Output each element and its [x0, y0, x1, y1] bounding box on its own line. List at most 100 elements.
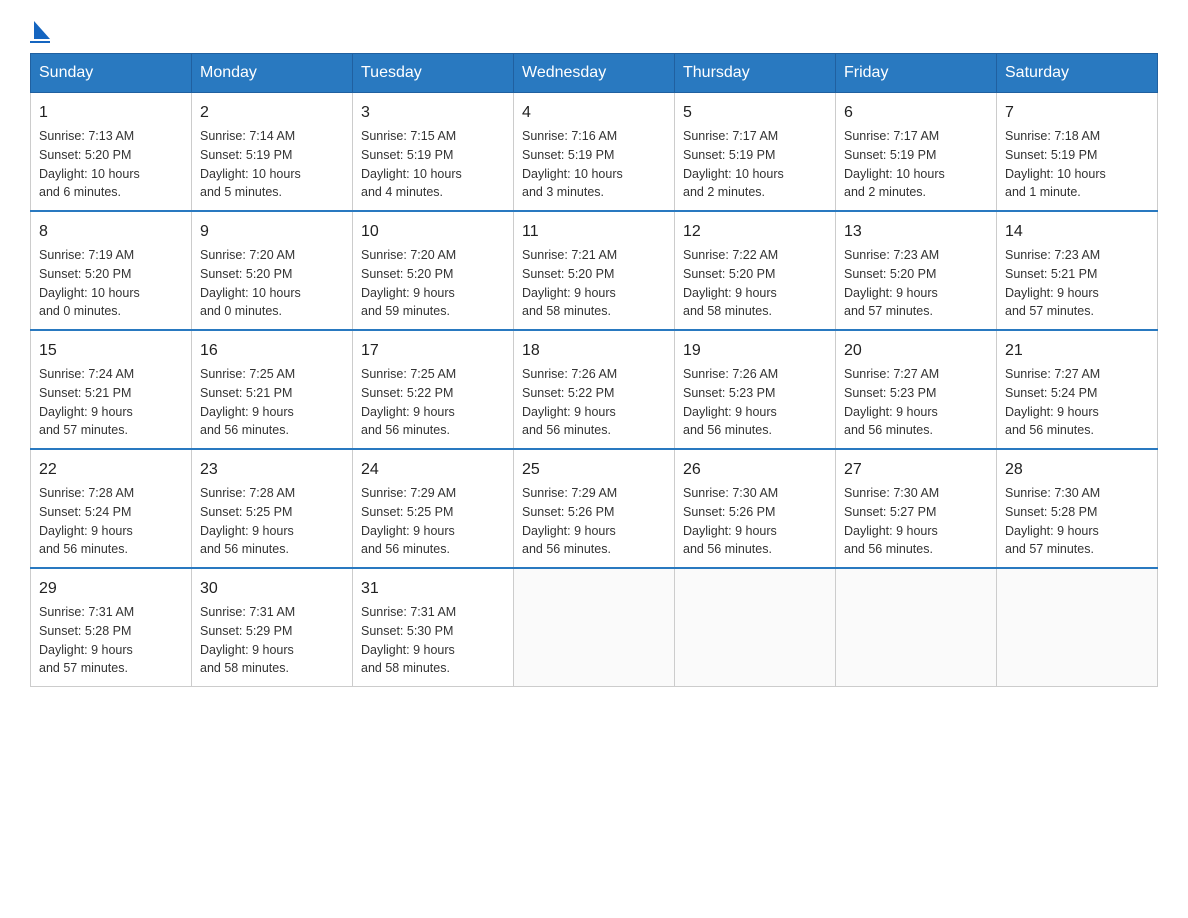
- day-info: Sunrise: 7:28 AM Sunset: 5:25 PM Dayligh…: [200, 484, 344, 559]
- calendar-week-row: 22Sunrise: 7:28 AM Sunset: 5:24 PM Dayli…: [31, 449, 1158, 568]
- day-number: 21: [1005, 339, 1149, 363]
- calendar-day-cell: 14Sunrise: 7:23 AM Sunset: 5:21 PM Dayli…: [997, 211, 1158, 330]
- day-number: 25: [522, 458, 666, 482]
- day-info: Sunrise: 7:19 AM Sunset: 5:20 PM Dayligh…: [39, 246, 183, 321]
- day-info: Sunrise: 7:30 AM Sunset: 5:26 PM Dayligh…: [683, 484, 827, 559]
- logo-underline: [30, 41, 50, 43]
- day-number: 3: [361, 101, 505, 125]
- calendar-day-cell: [514, 568, 675, 687]
- calendar-day-cell: 20Sunrise: 7:27 AM Sunset: 5:23 PM Dayli…: [836, 330, 997, 449]
- calendar-day-cell: [675, 568, 836, 687]
- calendar-week-row: 1Sunrise: 7:13 AM Sunset: 5:20 PM Daylig…: [31, 93, 1158, 212]
- calendar-day-cell: 12Sunrise: 7:22 AM Sunset: 5:20 PM Dayli…: [675, 211, 836, 330]
- calendar-day-cell: [997, 568, 1158, 687]
- calendar-day-cell: 30Sunrise: 7:31 AM Sunset: 5:29 PM Dayli…: [192, 568, 353, 687]
- day-info: Sunrise: 7:31 AM Sunset: 5:30 PM Dayligh…: [361, 603, 505, 678]
- day-number: 14: [1005, 220, 1149, 244]
- day-number: 23: [200, 458, 344, 482]
- day-info: Sunrise: 7:17 AM Sunset: 5:19 PM Dayligh…: [844, 127, 988, 202]
- day-number: 24: [361, 458, 505, 482]
- day-info: Sunrise: 7:23 AM Sunset: 5:21 PM Dayligh…: [1005, 246, 1149, 321]
- day-info: Sunrise: 7:14 AM Sunset: 5:19 PM Dayligh…: [200, 127, 344, 202]
- day-number: 5: [683, 101, 827, 125]
- day-info: Sunrise: 7:24 AM Sunset: 5:21 PM Dayligh…: [39, 365, 183, 440]
- calendar-day-cell: 24Sunrise: 7:29 AM Sunset: 5:25 PM Dayli…: [353, 449, 514, 568]
- calendar-week-row: 15Sunrise: 7:24 AM Sunset: 5:21 PM Dayli…: [31, 330, 1158, 449]
- day-number: 12: [683, 220, 827, 244]
- day-number: 7: [1005, 101, 1149, 125]
- day-info: Sunrise: 7:16 AM Sunset: 5:19 PM Dayligh…: [522, 127, 666, 202]
- day-number: 17: [361, 339, 505, 363]
- day-number: 31: [361, 577, 505, 601]
- day-info: Sunrise: 7:27 AM Sunset: 5:24 PM Dayligh…: [1005, 365, 1149, 440]
- calendar-day-cell: 28Sunrise: 7:30 AM Sunset: 5:28 PM Dayli…: [997, 449, 1158, 568]
- day-number: 4: [522, 101, 666, 125]
- day-number: 22: [39, 458, 183, 482]
- calendar-day-cell: 9Sunrise: 7:20 AM Sunset: 5:20 PM Daylig…: [192, 211, 353, 330]
- day-info: Sunrise: 7:25 AM Sunset: 5:21 PM Dayligh…: [200, 365, 344, 440]
- day-number: 2: [200, 101, 344, 125]
- day-info: Sunrise: 7:15 AM Sunset: 5:19 PM Dayligh…: [361, 127, 505, 202]
- calendar-day-cell: 3Sunrise: 7:15 AM Sunset: 5:19 PM Daylig…: [353, 93, 514, 212]
- day-info: Sunrise: 7:31 AM Sunset: 5:29 PM Dayligh…: [200, 603, 344, 678]
- logo: [30, 20, 50, 43]
- day-number: 18: [522, 339, 666, 363]
- day-number: 13: [844, 220, 988, 244]
- day-number: 20: [844, 339, 988, 363]
- calendar-day-cell: 25Sunrise: 7:29 AM Sunset: 5:26 PM Dayli…: [514, 449, 675, 568]
- calendar-day-cell: 19Sunrise: 7:26 AM Sunset: 5:23 PM Dayli…: [675, 330, 836, 449]
- day-info: Sunrise: 7:26 AM Sunset: 5:23 PM Dayligh…: [683, 365, 827, 440]
- day-number: 19: [683, 339, 827, 363]
- day-number: 1: [39, 101, 183, 125]
- calendar-day-cell: 6Sunrise: 7:17 AM Sunset: 5:19 PM Daylig…: [836, 93, 997, 212]
- day-info: Sunrise: 7:18 AM Sunset: 5:19 PM Dayligh…: [1005, 127, 1149, 202]
- day-info: Sunrise: 7:21 AM Sunset: 5:20 PM Dayligh…: [522, 246, 666, 321]
- calendar-day-header: Thursday: [675, 54, 836, 93]
- calendar-day-header: Sunday: [31, 54, 192, 93]
- calendar-day-cell: 23Sunrise: 7:28 AM Sunset: 5:25 PM Dayli…: [192, 449, 353, 568]
- day-info: Sunrise: 7:23 AM Sunset: 5:20 PM Dayligh…: [844, 246, 988, 321]
- day-info: Sunrise: 7:29 AM Sunset: 5:25 PM Dayligh…: [361, 484, 505, 559]
- calendar-day-cell: 2Sunrise: 7:14 AM Sunset: 5:19 PM Daylig…: [192, 93, 353, 212]
- calendar-day-cell: 26Sunrise: 7:30 AM Sunset: 5:26 PM Dayli…: [675, 449, 836, 568]
- calendar-day-cell: 10Sunrise: 7:20 AM Sunset: 5:20 PM Dayli…: [353, 211, 514, 330]
- day-number: 8: [39, 220, 183, 244]
- day-info: Sunrise: 7:27 AM Sunset: 5:23 PM Dayligh…: [844, 365, 988, 440]
- day-info: Sunrise: 7:20 AM Sunset: 5:20 PM Dayligh…: [200, 246, 344, 321]
- calendar-day-cell: 29Sunrise: 7:31 AM Sunset: 5:28 PM Dayli…: [31, 568, 192, 687]
- day-number: 29: [39, 577, 183, 601]
- calendar-day-cell: 21Sunrise: 7:27 AM Sunset: 5:24 PM Dayli…: [997, 330, 1158, 449]
- day-number: 9: [200, 220, 344, 244]
- day-number: 10: [361, 220, 505, 244]
- calendar-week-row: 8Sunrise: 7:19 AM Sunset: 5:20 PM Daylig…: [31, 211, 1158, 330]
- calendar-day-cell: 11Sunrise: 7:21 AM Sunset: 5:20 PM Dayli…: [514, 211, 675, 330]
- day-number: 11: [522, 220, 666, 244]
- calendar-day-cell: 22Sunrise: 7:28 AM Sunset: 5:24 PM Dayli…: [31, 449, 192, 568]
- calendar-day-cell: 31Sunrise: 7:31 AM Sunset: 5:30 PM Dayli…: [353, 568, 514, 687]
- day-info: Sunrise: 7:25 AM Sunset: 5:22 PM Dayligh…: [361, 365, 505, 440]
- calendar-day-cell: [836, 568, 997, 687]
- calendar-day-header: Wednesday: [514, 54, 675, 93]
- day-info: Sunrise: 7:17 AM Sunset: 5:19 PM Dayligh…: [683, 127, 827, 202]
- calendar-day-cell: 1Sunrise: 7:13 AM Sunset: 5:20 PM Daylig…: [31, 93, 192, 212]
- calendar-day-header: Tuesday: [353, 54, 514, 93]
- page-header: [30, 20, 1158, 43]
- day-info: Sunrise: 7:29 AM Sunset: 5:26 PM Dayligh…: [522, 484, 666, 559]
- calendar-day-cell: 18Sunrise: 7:26 AM Sunset: 5:22 PM Dayli…: [514, 330, 675, 449]
- day-number: 28: [1005, 458, 1149, 482]
- calendar-day-cell: 4Sunrise: 7:16 AM Sunset: 5:19 PM Daylig…: [514, 93, 675, 212]
- day-number: 30: [200, 577, 344, 601]
- day-info: Sunrise: 7:20 AM Sunset: 5:20 PM Dayligh…: [361, 246, 505, 321]
- day-info: Sunrise: 7:26 AM Sunset: 5:22 PM Dayligh…: [522, 365, 666, 440]
- calendar-day-cell: 16Sunrise: 7:25 AM Sunset: 5:21 PM Dayli…: [192, 330, 353, 449]
- day-info: Sunrise: 7:22 AM Sunset: 5:20 PM Dayligh…: [683, 246, 827, 321]
- calendar-week-row: 29Sunrise: 7:31 AM Sunset: 5:28 PM Dayli…: [31, 568, 1158, 687]
- calendar-day-header: Monday: [192, 54, 353, 93]
- day-number: 26: [683, 458, 827, 482]
- calendar-day-cell: 5Sunrise: 7:17 AM Sunset: 5:19 PM Daylig…: [675, 93, 836, 212]
- day-info: Sunrise: 7:30 AM Sunset: 5:27 PM Dayligh…: [844, 484, 988, 559]
- calendar-table: SundayMondayTuesdayWednesdayThursdayFrid…: [30, 53, 1158, 687]
- day-info: Sunrise: 7:28 AM Sunset: 5:24 PM Dayligh…: [39, 484, 183, 559]
- day-number: 16: [200, 339, 344, 363]
- calendar-day-cell: 13Sunrise: 7:23 AM Sunset: 5:20 PM Dayli…: [836, 211, 997, 330]
